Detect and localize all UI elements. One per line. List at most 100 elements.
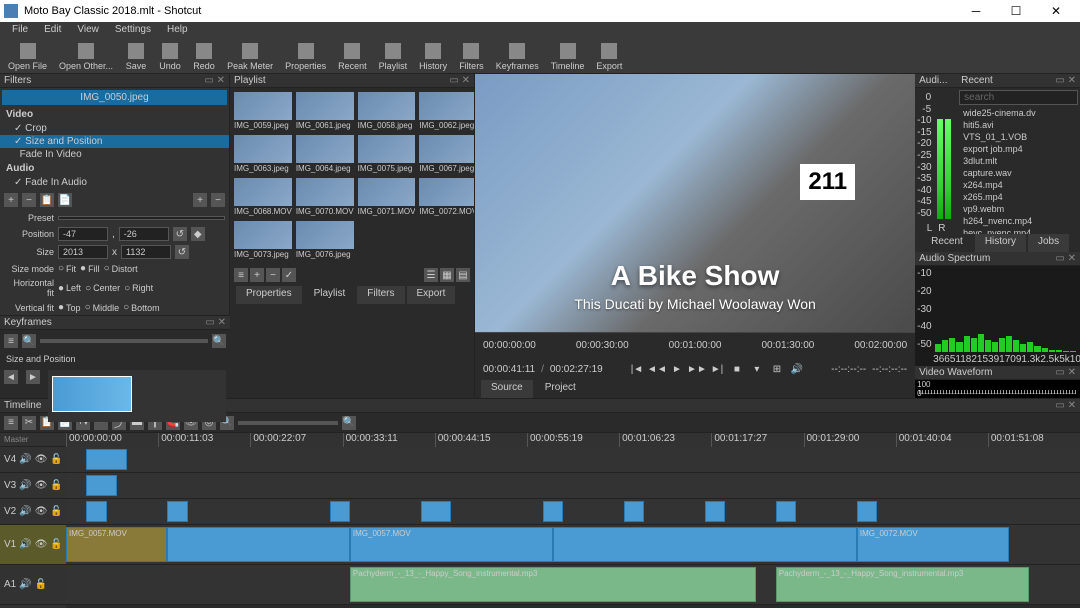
zoom-out-icon[interactable]: 🔍 <box>22 334 36 348</box>
kf-menu-button[interactable]: ≡ <box>4 334 18 348</box>
recent-item[interactable]: VTS_01_1.VOB <box>957 131 1080 143</box>
recent-item[interactable]: 3dlut.mlt <box>957 155 1080 167</box>
maximize-button[interactable]: ☐ <box>996 0 1036 22</box>
history-button[interactable]: History <box>413 42 453 71</box>
clip[interactable] <box>167 501 187 522</box>
tab-playlist[interactable]: Playlist <box>304 286 356 304</box>
clip-audio[interactable]: Pachyderm_-_13_-_Happy_Song_instrumental… <box>350 567 756 602</box>
export-button[interactable]: Export <box>590 42 628 71</box>
close-button[interactable]: ✕ <box>1036 0 1076 22</box>
clip[interactable] <box>330 501 350 522</box>
hfit-right[interactable]: Right <box>124 283 153 294</box>
recent-item[interactable]: x264.mp4 <box>957 179 1080 191</box>
close-icon[interactable]: ▭ ✕ <box>204 75 225 86</box>
playlist-item[interactable]: IMG_0061.jpeg <box>296 92 354 131</box>
preset-combo[interactable] <box>58 216 225 220</box>
skip-end-button[interactable]: ►| <box>710 362 724 376</box>
peak-meter-button[interactable]: Peak Meter <box>221 42 279 71</box>
clip[interactable] <box>86 501 106 522</box>
clip[interactable]: IMG_0072.MOV <box>857 527 1009 562</box>
pl-add-button[interactable]: + <box>250 268 264 282</box>
tl-zoom-slider[interactable] <box>238 421 338 425</box>
redo-button[interactable]: Redo <box>187 42 221 71</box>
size-w-input[interactable]: 2013 <box>58 245 108 259</box>
tab-source[interactable]: Source <box>481 380 533 398</box>
recent-item[interactable]: vp9.webm <box>957 203 1080 215</box>
recent-button[interactable]: Recent <box>332 42 373 71</box>
playlist-item[interactable]: IMG_0072.MOV <box>419 178 474 217</box>
playlist-item[interactable]: IMG_0062.jpeg <box>419 92 474 131</box>
clip[interactable] <box>543 501 563 522</box>
playlist-item[interactable]: IMG_0059.jpeg <box>234 92 292 131</box>
zoom-dropdown[interactable]: ▾ <box>750 362 764 376</box>
playlist-button[interactable]: Playlist <box>373 42 414 71</box>
skip-start-button[interactable]: |◄ <box>630 362 644 376</box>
close-icon[interactable]: ▭ ✕ <box>1055 75 1076 86</box>
playlist-item[interactable]: IMG_0075.jpeg <box>358 135 416 174</box>
volume-button[interactable]: 🔊 <box>790 362 804 376</box>
track-head-v4[interactable]: V4🔊👁🔓 <box>0 447 66 473</box>
sizemode-distort[interactable]: Distort <box>104 263 138 274</box>
zoom-in-icon[interactable]: 🔍 <box>212 334 226 348</box>
timecode-current[interactable]: 00:00:41:11 <box>483 364 535 375</box>
tab-jobs[interactable]: Jobs <box>1028 234 1069 252</box>
playlist-item[interactable]: IMG_0064.jpeg <box>296 135 354 174</box>
pl-view-tiles[interactable]: ▦ <box>440 268 454 282</box>
track-v3[interactable] <box>66 473 1080 499</box>
recent-item[interactable]: h264_nvenc.mp4 <box>957 215 1080 227</box>
menu-view[interactable]: View <box>69 22 107 40</box>
clip[interactable]: IMG_0057.MOV <box>66 527 167 562</box>
stop-button[interactable]: ■ <box>730 362 744 376</box>
recent-item[interactable]: hiti5.avi <box>957 119 1080 131</box>
clip-audio[interactable]: Pachyderm_-_13_-_Happy_Song_instrumental… <box>776 567 1030 602</box>
menu-file[interactable]: File <box>4 22 36 40</box>
forward-button[interactable]: ►► <box>690 362 704 376</box>
track-v2[interactable] <box>66 499 1080 525</box>
vfit-top[interactable]: Top <box>58 302 81 313</box>
position-x-input[interactable]: -47 <box>58 227 108 241</box>
pl-remove-button[interactable]: − <box>266 268 280 282</box>
pl-view-detailed[interactable]: ☰ <box>424 268 438 282</box>
pl-view-icons[interactable]: ▤ <box>456 268 470 282</box>
hfit-center[interactable]: Center <box>85 283 120 294</box>
clip[interactable]: IMG_0057.MOV <box>350 527 553 562</box>
open-other-button[interactable]: Open Other... <box>53 42 119 71</box>
tab-history[interactable]: History <box>975 234 1026 252</box>
undo-button[interactable]: Undo <box>153 42 187 71</box>
copy-filter-button[interactable]: 📋 <box>40 193 54 207</box>
close-icon[interactable]: ▭ ✕ <box>1055 253 1076 264</box>
filters-button[interactable]: Filters <box>453 42 490 71</box>
timeline-button[interactable]: Timeline <box>545 42 591 71</box>
save-button[interactable]: Save <box>119 42 153 71</box>
timecode-out[interactable]: --:--:--:-- <box>872 364 907 375</box>
tl-cut-button[interactable]: ✂ <box>22 416 36 430</box>
rewind-button[interactable]: ◄◄ <box>650 362 664 376</box>
close-icon[interactable]: ▭ ✕ <box>205 317 226 328</box>
sizemode-fill[interactable]: Fill <box>80 263 100 274</box>
menu-settings[interactable]: Settings <box>107 22 159 40</box>
minimize-button[interactable]: ─ <box>956 0 996 22</box>
clip[interactable] <box>705 501 725 522</box>
open-file-button[interactable]: Open File <box>2 42 53 71</box>
track-head-v2[interactable]: V2🔊👁🔓 <box>0 499 66 525</box>
clip[interactable] <box>857 501 877 522</box>
vfit-middle[interactable]: Middle <box>85 302 120 313</box>
recent-item[interactable]: hevc_nvenc.mp4 <box>957 227 1080 234</box>
scrub-bar[interactable]: 00:00:00:00 00:00:30:00 00:01:00:00 00:0… <box>475 332 915 358</box>
recent-item[interactable]: capture.wav <box>957 167 1080 179</box>
properties-button[interactable]: Properties <box>279 42 332 71</box>
pl-check-button[interactable]: ✓ <box>282 268 296 282</box>
clip[interactable] <box>86 449 127 470</box>
remove-filter-button[interactable]: − <box>22 193 36 207</box>
tab-export[interactable]: Export <box>407 286 456 304</box>
track-head-v1[interactable]: V1🔊👁🔓 <box>0 525 66 565</box>
zoom-slider[interactable] <box>40 339 208 343</box>
hfit-left[interactable]: Left <box>58 283 81 294</box>
position-y-input[interactable]: -26 <box>119 227 169 241</box>
clip[interactable] <box>776 501 796 522</box>
clip[interactable] <box>86 475 116 496</box>
add-filter-button[interactable]: + <box>4 193 18 207</box>
keyframe-track[interactable] <box>48 370 226 422</box>
grid-button[interactable]: ⊞ <box>770 362 784 376</box>
kf-next-button[interactable]: ► <box>26 370 40 384</box>
